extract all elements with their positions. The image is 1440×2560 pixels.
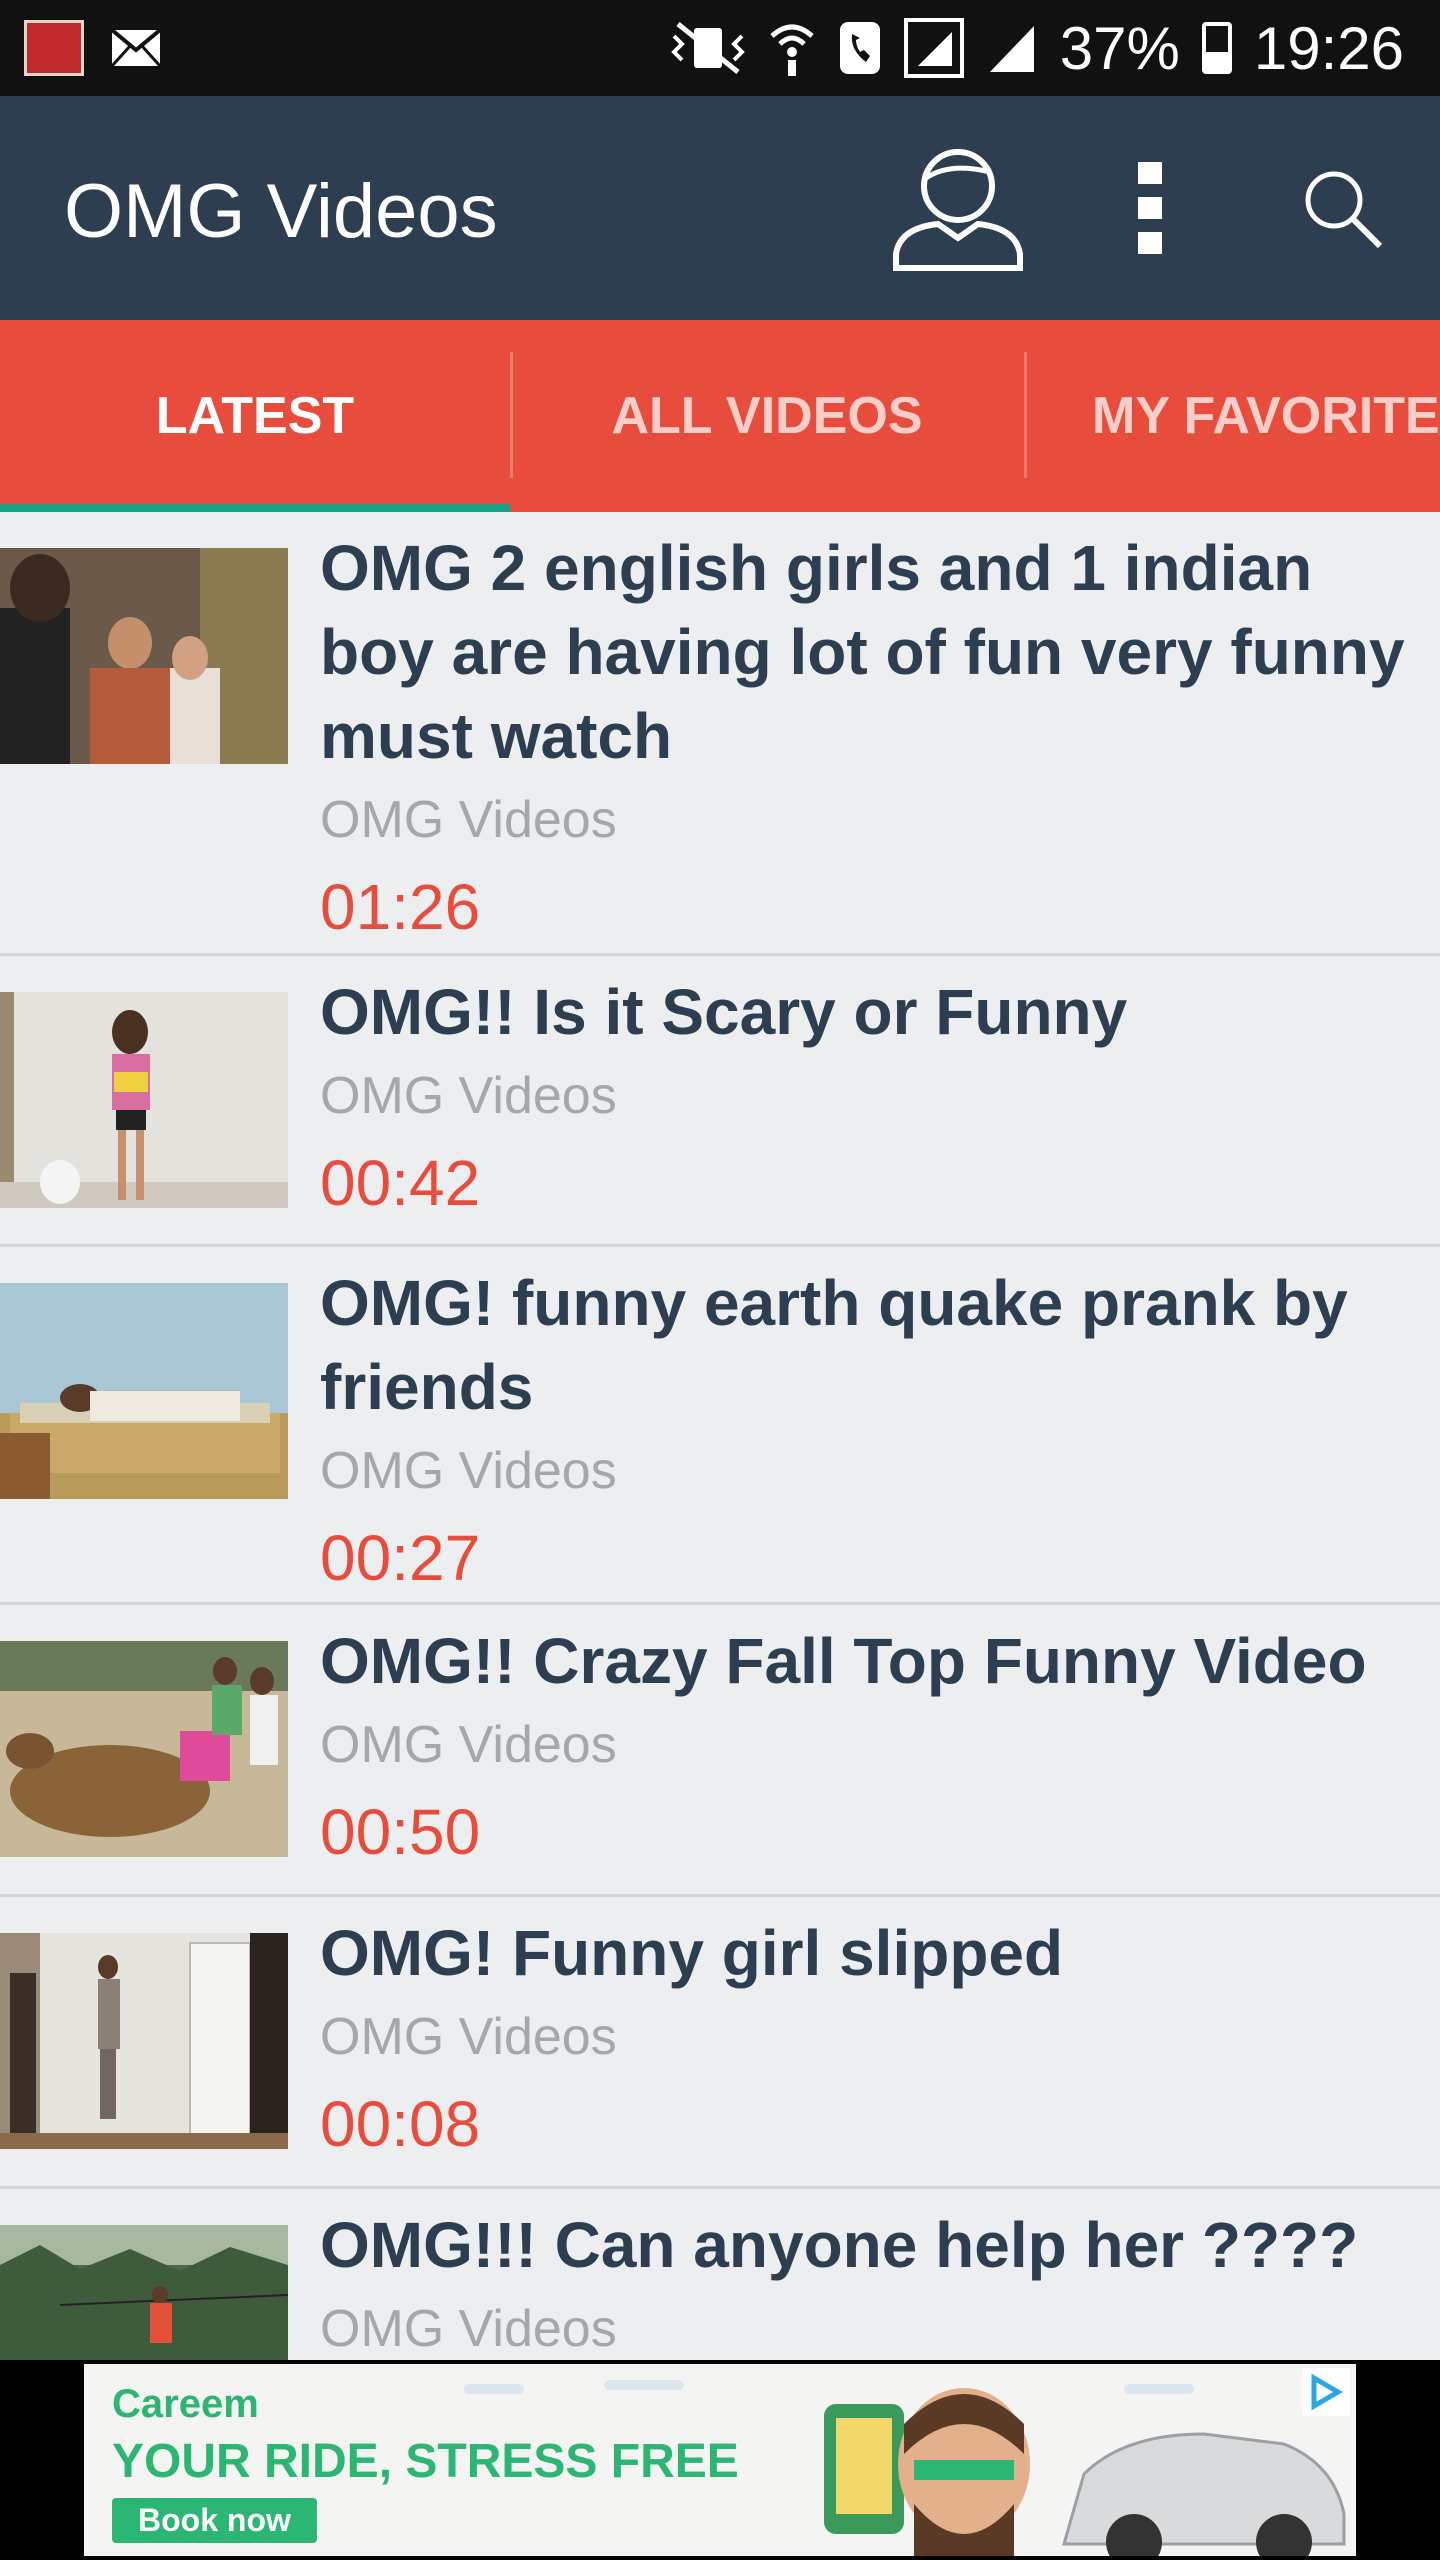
video-info: OMG!! Crazy Fall Top Funny Video OMG Vid…	[320, 1619, 1420, 1877]
tab-my-favorite[interactable]: MY FAVORITE	[1026, 320, 1440, 512]
video-title[interactable]: OMG!! Is it Scary or Funny	[320, 970, 1420, 1054]
search-icon[interactable]	[1300, 166, 1384, 250]
ad-headline: YOUR RIDE, STRESS FREE	[112, 2435, 739, 2488]
video-title[interactable]: OMG 2 english girls and 1 indian boy are…	[320, 526, 1420, 778]
video-list-item[interactable]: OMG 2 english girls and 1 indian boy are…	[0, 512, 1440, 956]
video-list-item[interactable]: OMG!! Is it Scary or Funny OMG Videos 00…	[0, 956, 1440, 1247]
video-info: OMG 2 english girls and 1 indian boy are…	[320, 526, 1420, 952]
video-title[interactable]: OMG!!! Can anyone help her ????	[320, 2203, 1420, 2287]
video-thumbnail[interactable]	[0, 2225, 288, 2360]
more-options-icon[interactable]	[1130, 158, 1170, 258]
ad-banner[interactable]: Careem YOUR RIDE, STRESS FREE Book now	[84, 2364, 1356, 2556]
ad-area: Careem YOUR RIDE, STRESS FREE Book now	[0, 2360, 1440, 2560]
video-title[interactable]: OMG! funny earth quake prank by friends	[320, 1261, 1420, 1429]
vibrate-mute-icon	[670, 22, 745, 74]
call-icon	[839, 22, 880, 74]
video-list-item[interactable]: OMG! funny earth quake prank by friends …	[0, 1247, 1440, 1605]
tab-bar: LATEST ALL VIDEOS MY FAVORITE	[0, 320, 1440, 512]
video-thumbnail[interactable]	[0, 548, 288, 764]
video-list-item[interactable]: OMG!! Crazy Fall Top Funny Video OMG Vid…	[0, 1605, 1440, 1897]
mail-icon	[110, 28, 162, 68]
video-thumbnail[interactable]	[0, 1283, 288, 1499]
tab-indicator	[0, 504, 510, 512]
video-title[interactable]: OMG! Funny girl slipped	[320, 1911, 1420, 1995]
video-title[interactable]: OMG!! Crazy Fall Top Funny Video	[320, 1619, 1420, 1703]
signal-sim1-icon	[903, 18, 964, 78]
video-list-item[interactable]: OMG! Funny girl slipped OMG Videos 00:08	[0, 1897, 1440, 2189]
video-info: OMG! Funny girl slipped OMG Videos 00:08	[320, 1911, 1420, 2169]
video-info: OMG!! Is it Scary or Funny OMG Videos 00…	[320, 970, 1420, 1228]
video-thumbnail[interactable]	[0, 992, 288, 1208]
video-info: OMG!!! Can anyone help her ???? OMG Vide…	[320, 2203, 1420, 2360]
video-thumbnail[interactable]	[0, 1933, 288, 2149]
tab-all-videos[interactable]: ALL VIDEOS	[512, 320, 1022, 512]
battery-icon	[1201, 22, 1232, 74]
video-channel: OMG Videos	[320, 1067, 617, 1125]
news-app-notification-icon	[24, 20, 84, 76]
video-thumbnail[interactable]	[0, 1641, 288, 1857]
clock: 19:26	[1253, 14, 1404, 82]
status-left	[24, 20, 162, 76]
status-bar: 37% 19:26	[0, 0, 1440, 96]
video-channel: OMG Videos	[320, 1442, 617, 1500]
video-duration: 00:27	[320, 1522, 481, 1594]
ad-book-now-button[interactable]: Book now	[112, 2498, 317, 2543]
battery-percent: 37%	[1059, 14, 1180, 82]
video-duration: 00:08	[320, 2088, 481, 2160]
video-info: OMG! funny earth quake prank by friends …	[320, 1261, 1420, 1603]
video-channel: OMG Videos	[320, 2008, 617, 2066]
video-duration: 01:26	[320, 871, 481, 943]
video-channel: OMG Videos	[320, 791, 617, 849]
video-channel: OMG Videos	[320, 1716, 617, 1774]
video-duration: 00:50	[320, 1796, 481, 1868]
video-list[interactable]: OMG 2 english girls and 1 indian boy are…	[0, 512, 1440, 2360]
profile-icon[interactable]	[890, 142, 1026, 272]
status-right: 37% 19:26	[670, 10, 1404, 86]
tab-latest[interactable]: LATEST	[0, 320, 510, 512]
wifi-calling-icon	[770, 24, 814, 76]
video-list-item[interactable]: OMG!!! Can anyone help her ???? OMG Vide…	[0, 2189, 1440, 2360]
video-duration: 00:42	[320, 1147, 481, 1219]
ad-brand: Careem	[112, 2382, 259, 2426]
app-bar: OMG Videos	[0, 96, 1440, 320]
signal-sim2-icon	[989, 26, 1034, 72]
video-channel: OMG Videos	[320, 2300, 617, 2358]
app-title: OMG Videos	[64, 169, 498, 254]
ad-choices-icon[interactable]	[1302, 2368, 1350, 2416]
